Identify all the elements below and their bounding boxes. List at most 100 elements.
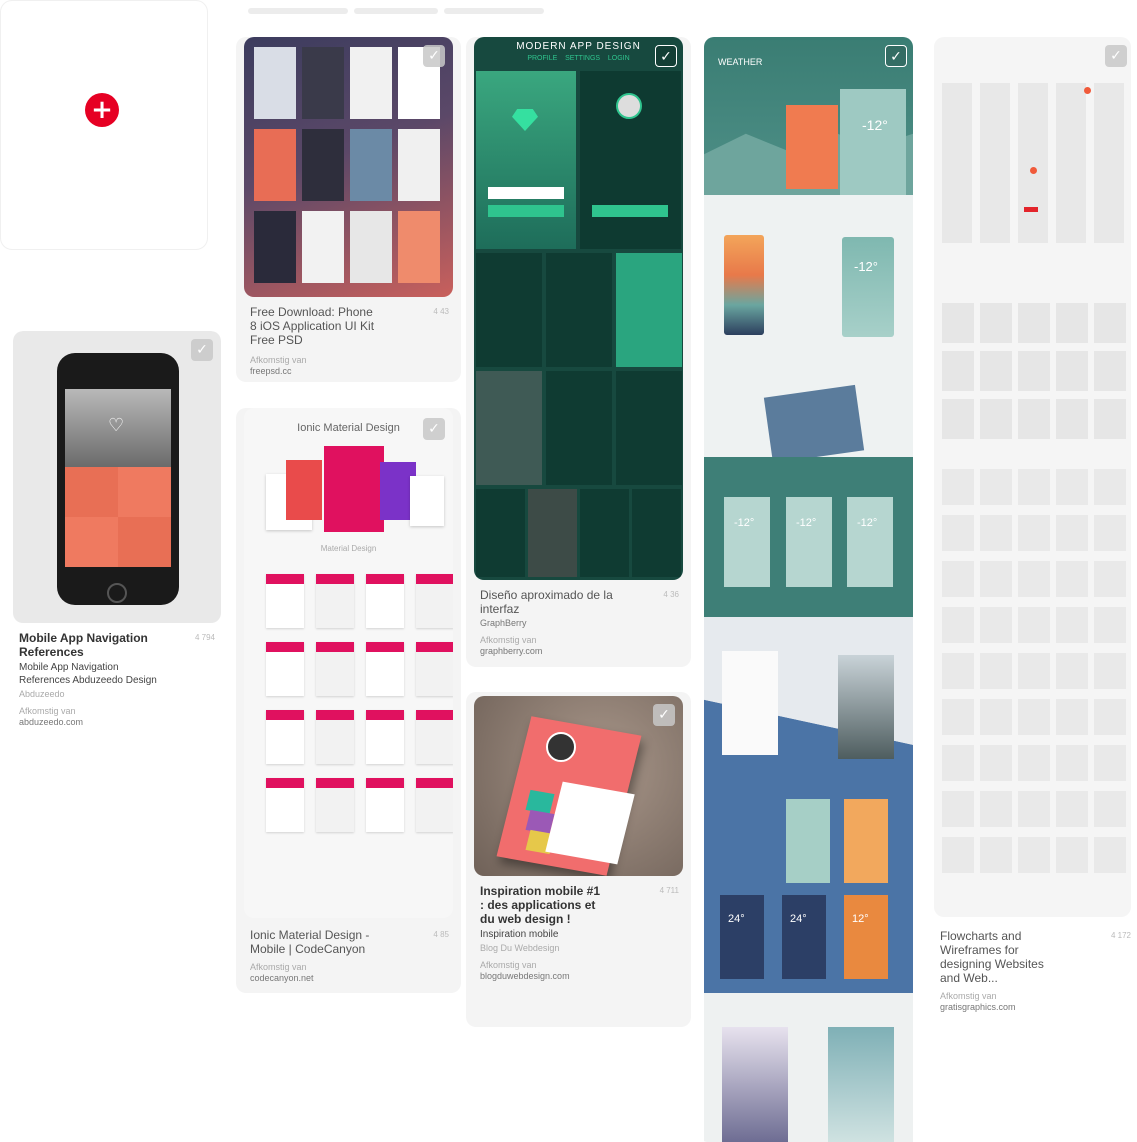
select-check-icon[interactable]: ✓ [423, 45, 445, 67]
pin-author: Blog Du Webdesign [480, 943, 560, 953]
pin-card-weather[interactable]: WEATHER -12° ✓ -12° -12° -12° -12° 24° 2… [698, 37, 923, 1142]
pin-title[interactable]: Flowcharts and Wireframes for designing … [940, 929, 1065, 985]
mockup-screen [316, 710, 354, 764]
mockup-screen [350, 129, 392, 201]
mockup-screen [366, 574, 404, 628]
pin-board: Afkomstig van [480, 635, 537, 645]
pin-image[interactable]: ✓ [474, 696, 683, 876]
mockup-screen [942, 837, 974, 873]
select-check-icon[interactable]: ✓ [191, 339, 213, 361]
mockup-screen [616, 371, 682, 485]
mockup-screen [1094, 83, 1124, 243]
pin-card-ionic-material[interactable]: Ionic Material Design Material Design ✓ … [236, 408, 461, 993]
mockup-screen [942, 561, 974, 597]
mockup-screen [398, 129, 440, 201]
temperature-label: -12° [854, 259, 878, 274]
plus-icon[interactable]: + [85, 93, 119, 127]
mockup-screen [1056, 791, 1088, 827]
mockup-screen [302, 211, 344, 283]
mockup-screen [1094, 745, 1126, 781]
pin-title[interactable]: Ionic Material Design - Mobile | CodeCan… [250, 928, 390, 956]
mockup-screen [416, 642, 453, 696]
pin-source[interactable]: graphberry.com [480, 646, 685, 657]
pin-title[interactable]: Diseño aproximado de la interfaz [480, 588, 620, 616]
mockup-screen [302, 47, 344, 119]
mockup-screen [1094, 561, 1126, 597]
mockup-screen [942, 515, 974, 551]
mockup-screen [366, 778, 404, 832]
image-caption: Ionic Material Design [297, 422, 400, 434]
mockup-screen [416, 778, 453, 832]
mockup-screen [546, 371, 612, 485]
select-check-icon[interactable]: ✓ [653, 704, 675, 726]
pin-image[interactable]: Ionic Material Design Material Design ✓ [244, 408, 453, 918]
pin-card-inspiration[interactable]: ✓ Inspiration mobile #1 : des applicatio… [466, 692, 691, 1027]
pin-source[interactable]: codecanyon.net [250, 973, 455, 984]
pin-image[interactable]: ♡ ✓ [13, 331, 221, 623]
save-pin-card[interactable]: + Een pin bewaren [0, 0, 614, 250]
image-tab: LOGIN [607, 55, 630, 62]
mockup-screen [1018, 653, 1050, 689]
mockup-screen [942, 303, 974, 343]
mockup-screen [476, 371, 542, 485]
select-check-icon[interactable]: ✓ [655, 45, 677, 67]
mockup-screen [528, 489, 577, 577]
pin-board: Afkomstig van [250, 355, 307, 365]
pin-title[interactable]: Inspiration mobile #1 : des applications… [480, 884, 605, 926]
pin-image[interactable]: WEATHER -12° ✓ -12° -12° -12° -12° 24° 2… [704, 37, 913, 1142]
image-caption: MODERN APP DESIGN [516, 41, 641, 52]
mockup-screen [1018, 607, 1050, 643]
pin-title[interactable]: Mobile App Navigation References [19, 631, 169, 659]
select-check-icon[interactable]: ✓ [1105, 45, 1127, 67]
pin-source[interactable]: freepsd.cc [250, 366, 455, 377]
mockup-screen [266, 710, 304, 764]
mockup-screen [1018, 351, 1050, 391]
pin-image[interactable]: MODERN APP DESIGN PROFILE SETTINGS LOGIN… [474, 37, 683, 580]
mockup-screen [942, 351, 974, 391]
pin-source[interactable]: blogduwebdesign.com [480, 971, 685, 982]
mockup-screen [316, 574, 354, 628]
select-check-icon[interactable]: ✓ [885, 45, 907, 67]
mockup-screen [1018, 469, 1050, 505]
pin-source[interactable]: abduzeedo.com [19, 717, 215, 728]
pin-count: 4 711 [659, 886, 679, 895]
pin-count: 4 794 [194, 633, 215, 642]
mockup-screen [1056, 351, 1088, 391]
mockup-screen [942, 469, 974, 505]
mockup-screen [1094, 653, 1126, 689]
filter-tab[interactable] [444, 8, 544, 14]
mockup-screen [350, 47, 392, 119]
mockup-screen [980, 699, 1012, 735]
pin-description: Mobile App Navigation References Abduzee… [19, 662, 157, 686]
mockup-screen [1018, 837, 1050, 873]
pin-card-ios-kit[interactable]: ✓ Free Download: Phone 8 iOS Application… [236, 37, 461, 382]
filter-tab[interactable] [248, 8, 348, 14]
phone-mockup: ♡ [57, 353, 179, 605]
pin-image[interactable]: ✓ [244, 37, 453, 297]
mockup-screen [476, 489, 525, 577]
mockup-screen [254, 129, 296, 201]
mockup-screen [1094, 515, 1126, 551]
mockup-screen [266, 778, 304, 832]
mockup-screen [980, 83, 1010, 243]
mockup-screen [1056, 699, 1088, 735]
mockup-screen [980, 607, 1012, 643]
pin-description: Inspiration mobile [480, 929, 559, 940]
mockup-screen [980, 515, 1012, 551]
mockup-screen [266, 642, 304, 696]
pin-count: 4 172 [1110, 931, 1131, 940]
pin-card-wireframes[interactable]: ✓ Flowcharts and Wireframes for designin… [928, 37, 1137, 1027]
image-caption: WEATHER [718, 57, 763, 67]
mockup-screen [546, 253, 612, 367]
select-check-icon[interactable]: ✓ [423, 418, 445, 440]
filter-tab[interactable] [354, 8, 438, 14]
pin-card-mobile-nav[interactable]: ♡ ✓ Mobile App Navigation References 4 7… [13, 331, 221, 775]
pin-image[interactable]: ✓ [934, 37, 1131, 917]
pin-card-modern-app[interactable]: MODERN APP DESIGN PROFILE SETTINGS LOGIN… [466, 37, 691, 667]
mockup-screen [316, 778, 354, 832]
pin-source[interactable]: gratisgraphics.com [940, 1002, 1131, 1013]
image-tab: PROFILE [527, 55, 558, 62]
mockup-screen [302, 129, 344, 201]
pin-title[interactable]: Free Download: Phone 8 iOS Application U… [250, 305, 380, 347]
mockup-screen [1094, 351, 1126, 391]
